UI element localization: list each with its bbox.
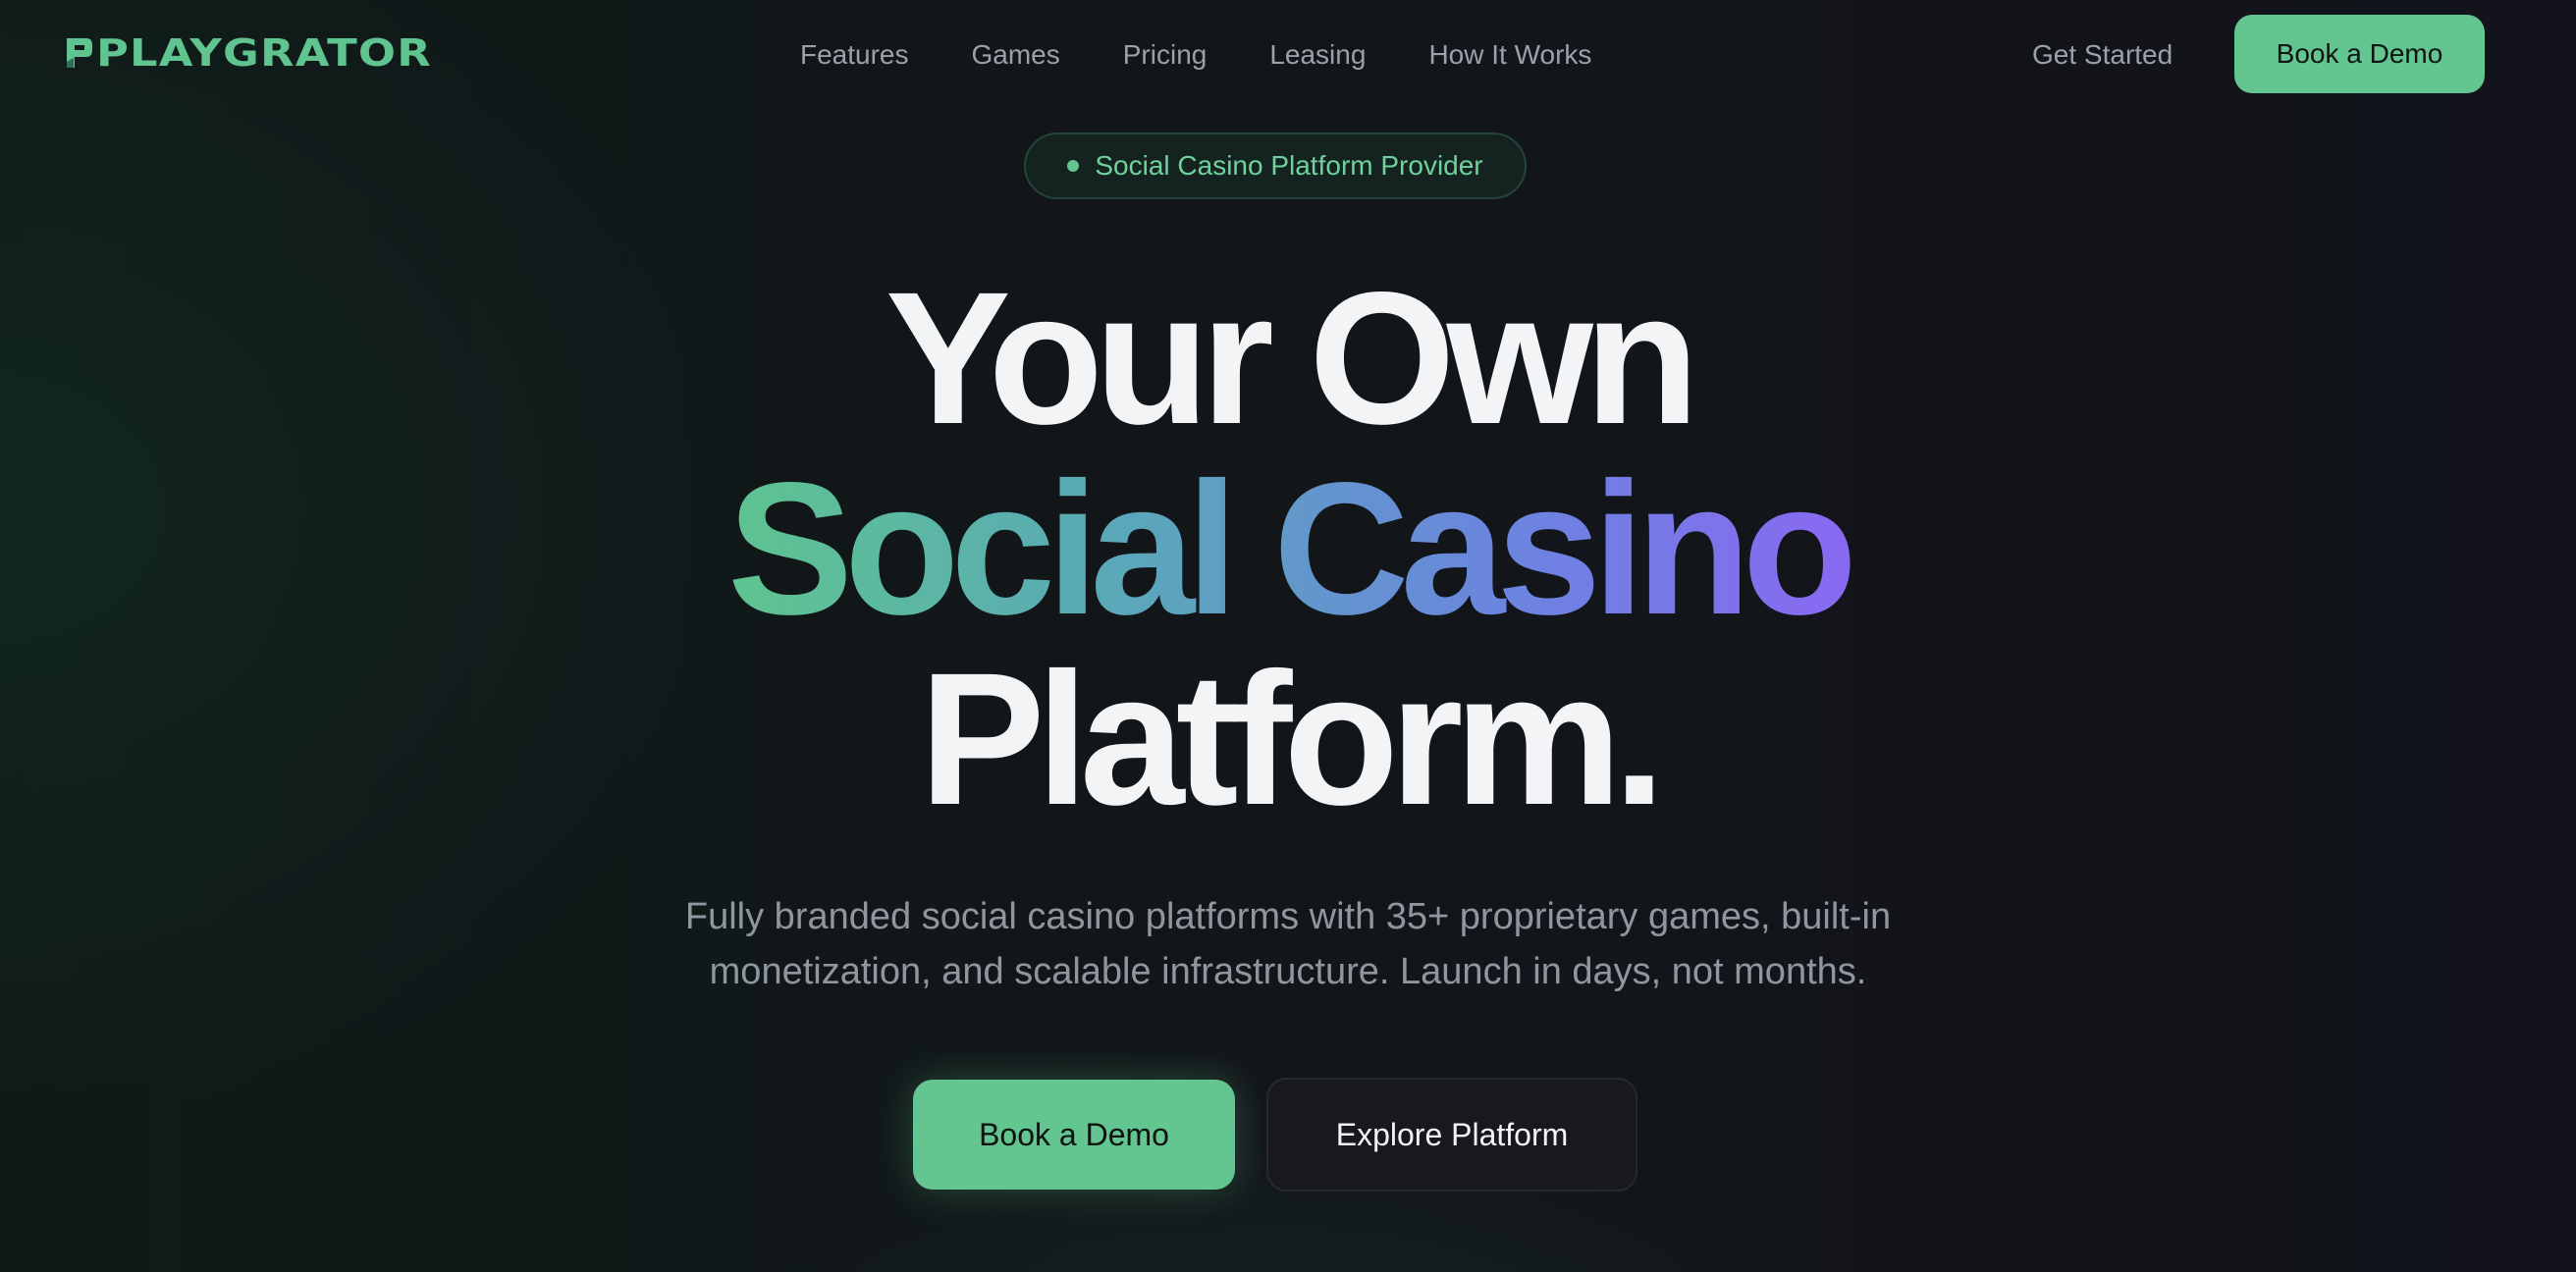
nav-link-pricing[interactable]: Pricing — [1123, 35, 1208, 75]
provider-badge: Social Casino Platform Provider — [1024, 132, 1527, 199]
brand-name: PLAYGRATOR — [96, 31, 432, 75]
headline-line-3: Platform. — [919, 633, 1665, 844]
nav-link-features[interactable]: Features — [800, 35, 909, 75]
badge-dot-icon — [1067, 160, 1080, 172]
primary-nav: Features Games Pricing Leasing How It Wo… — [800, 35, 1591, 75]
logo-mark-icon — [67, 38, 92, 68]
headline-line-2: Social Casino — [718, 453, 1858, 644]
hero-subtext: Fully branded social casino platforms wi… — [684, 896, 1892, 992]
top-navigation: PLAYGRATOR Features Games Pricing Leasin… — [0, 0, 2576, 110]
nav-link-games[interactable]: Games — [972, 35, 1060, 75]
nav-link-how-it-works[interactable]: How It Works — [1428, 35, 1591, 75]
brand-logo[interactable]: PLAYGRATOR — [65, 33, 431, 73]
badge-label: Social Casino Platform Provider — [1095, 150, 1483, 181]
explore-platform-button[interactable]: Explore Platform — [1266, 1078, 1637, 1192]
nav-book-demo-button[interactable]: Book a Demo — [2234, 15, 2485, 93]
headline-line-1: Your Own — [885, 252, 1699, 463]
get-started-link[interactable]: Get Started — [2032, 35, 2173, 75]
landing-page: PLAYGRATOR Features Games Pricing Leasin… — [0, 0, 2576, 1272]
nav-link-leasing[interactable]: Leasing — [1269, 35, 1366, 75]
book-demo-button[interactable]: Book a Demo — [913, 1080, 1235, 1190]
headline-line-2-wrapper: Social Casino — [0, 453, 2576, 644]
hero-headline: Your Own Social Casino Platform. — [0, 263, 2576, 834]
